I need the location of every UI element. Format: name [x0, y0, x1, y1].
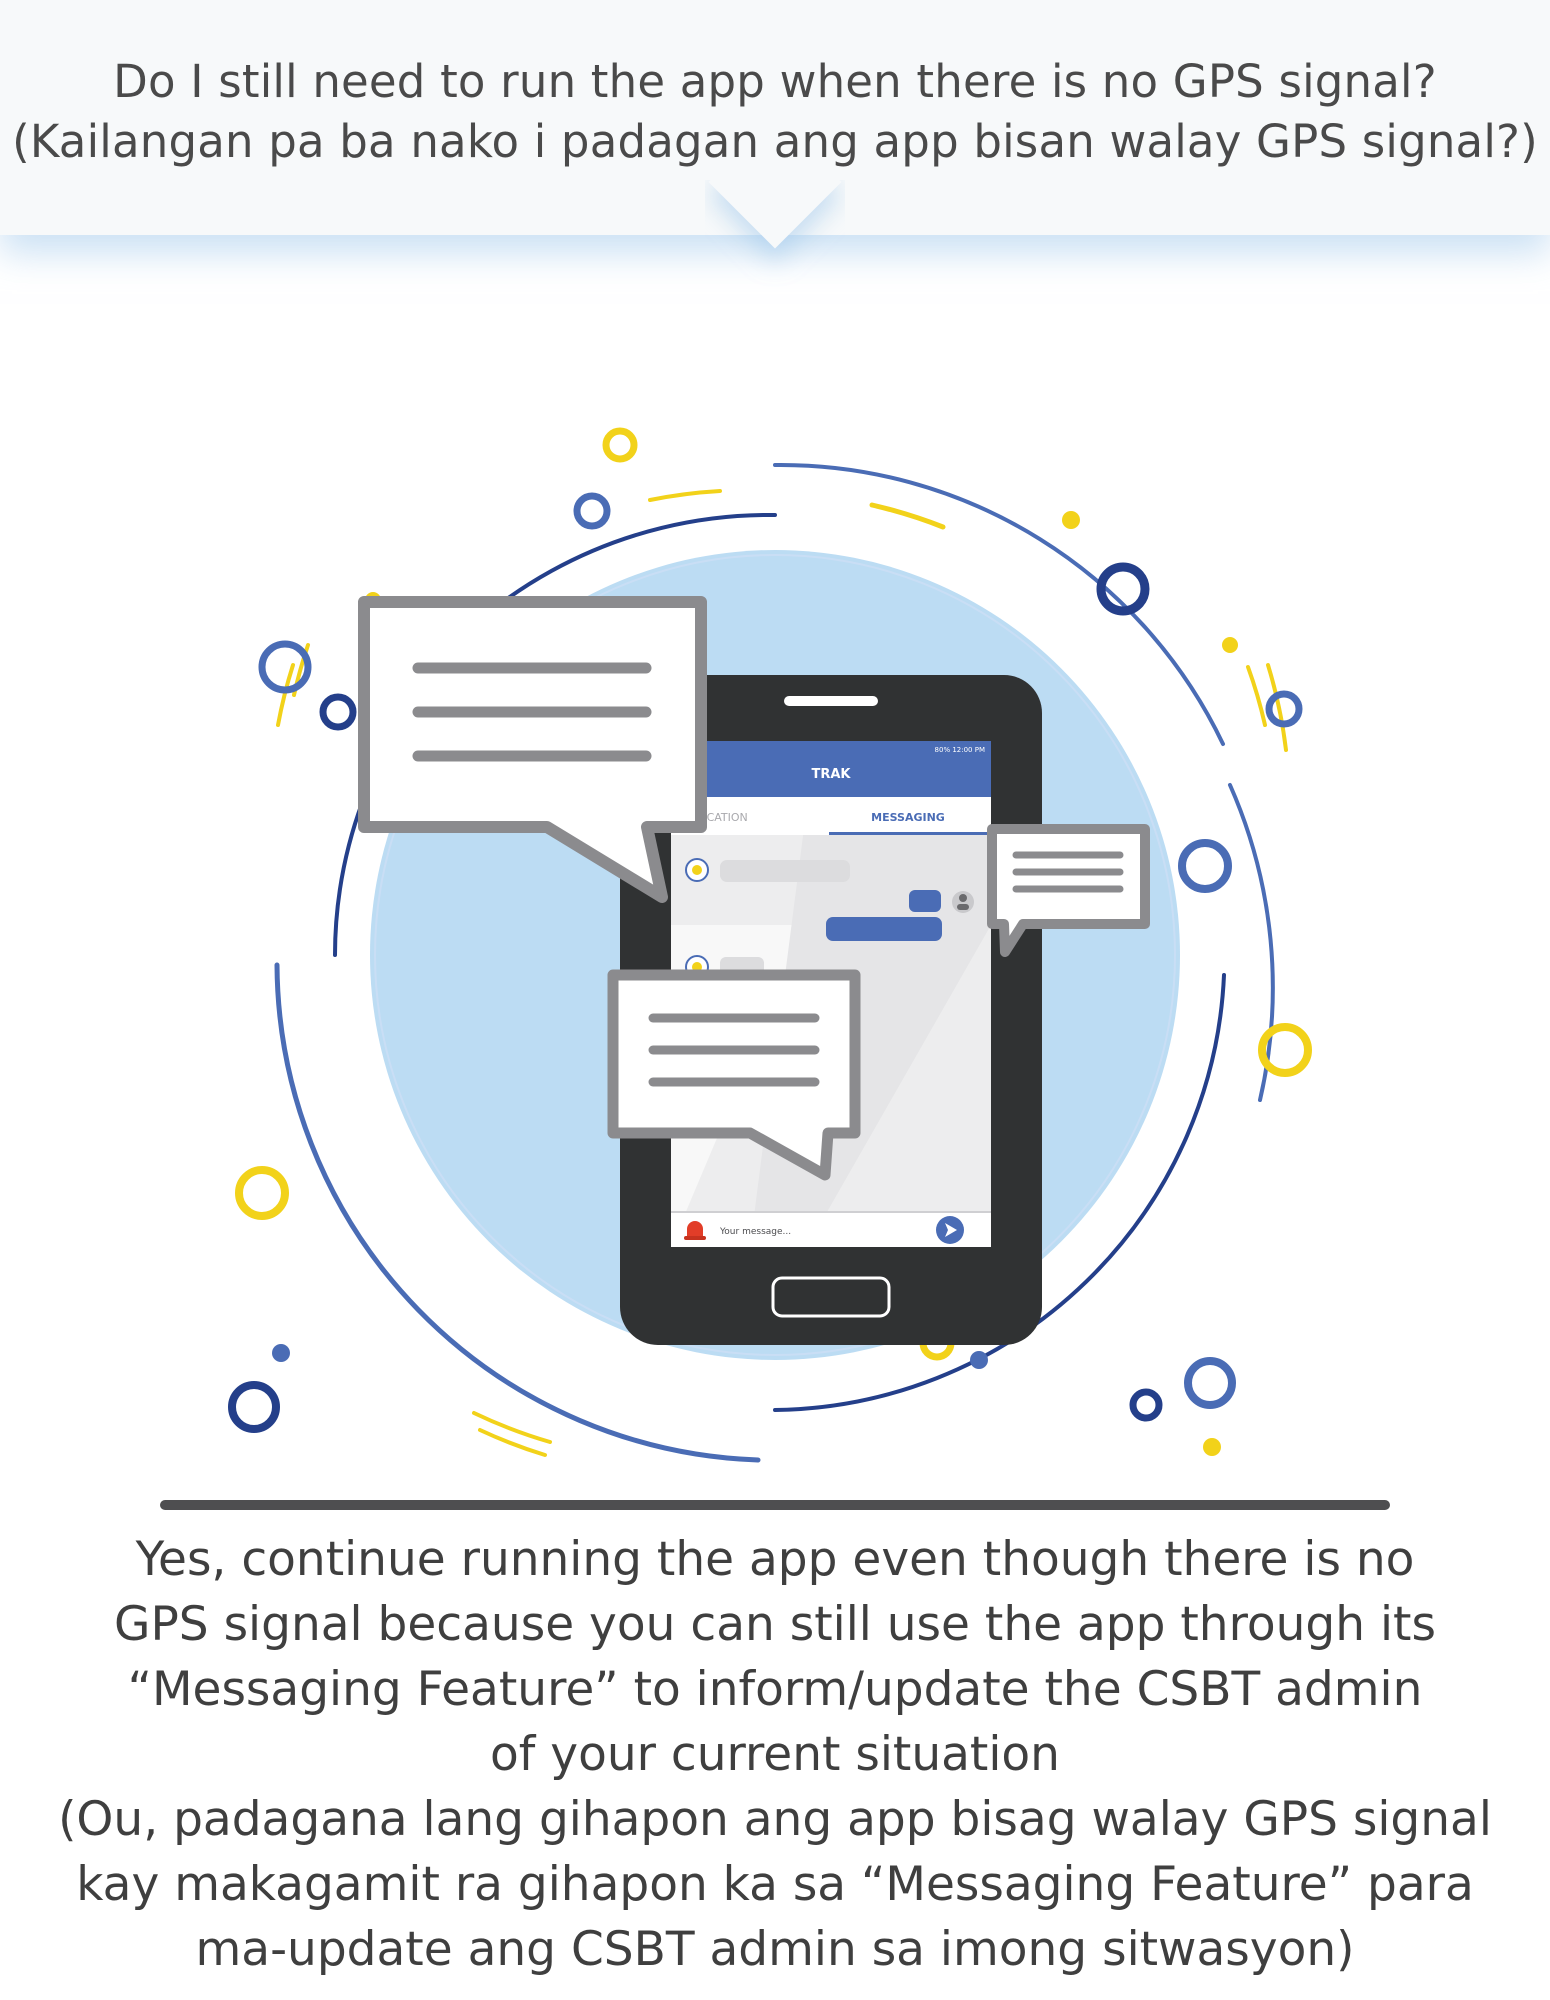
phone-speaker — [784, 696, 878, 706]
ring-blue — [573, 492, 611, 530]
yellow-dash-left-1 — [276, 663, 295, 727]
answer-line: of your current situation — [490, 1727, 1060, 1782]
status-bar-text: 80% 12:00 PM — [935, 746, 985, 754]
message-input[interactable]: Your message... — [719, 1227, 791, 1237]
answer-line: kay makagamit ra gihapon ka sa “Messagin… — [76, 1857, 1474, 1912]
answer-line: Yes, continue running the app even thoug… — [135, 1532, 1415, 1587]
outgoing-message-bubble — [909, 890, 941, 912]
ring-blue — [1178, 839, 1232, 893]
dot-yellow — [1222, 637, 1238, 653]
ring-navy — [319, 693, 357, 731]
messaging-illustration: 80% 12:00 PM TRAK LOCATION MESSAGING You… — [190, 405, 1360, 1475]
admin-icon-center — [692, 865, 702, 875]
answer-text: Yes, continue running the app even thoug… — [40, 1527, 1510, 1982]
ring-navy — [228, 1381, 280, 1433]
user-icon-head — [959, 894, 967, 902]
answer-line: ma-update ang CSBT admin sa imong sitwas… — [195, 1922, 1355, 1977]
outgoing-message-bubble — [826, 917, 942, 941]
yellow-dash-bottom-2 — [478, 1428, 547, 1457]
question-cebuano: (Kailangan pa ba nako i padagan ang app … — [12, 115, 1538, 168]
ring-navy — [1129, 1388, 1163, 1422]
tab-messaging-indicator — [829, 832, 991, 835]
answer-line: GPS signal because you can still use the… — [114, 1597, 1436, 1652]
dot-yellow — [1062, 511, 1080, 529]
tab-messaging[interactable]: MESSAGING — [871, 811, 945, 824]
yellow-dash-top-right — [869, 502, 946, 530]
dot-blue — [272, 1344, 290, 1362]
yellow-dash-bottom-1 — [472, 1411, 552, 1444]
dot-yellow — [1203, 1438, 1221, 1456]
incoming-message-bubble — [720, 860, 850, 882]
question-title: Do I still need to run the app when ther… — [0, 52, 1550, 172]
yellow-dash-top — [648, 489, 722, 502]
answer-line: “Messaging Feature” to inform/update the… — [127, 1662, 1423, 1717]
alarm-icon-base — [684, 1236, 706, 1240]
ring-yellow — [235, 1166, 289, 1220]
yellow-dash-right-2 — [1246, 665, 1267, 727]
alarm-icon[interactable] — [687, 1221, 703, 1237]
section-divider — [160, 1500, 1390, 1510]
orbit-arc-right — [1228, 783, 1275, 1102]
answer-line: (Ou, padagana lang gihapon ang app bisag… — [58, 1792, 1492, 1847]
ring-blue — [1265, 690, 1303, 728]
ring-blue — [1184, 1357, 1236, 1409]
question-english: Do I still need to run the app when ther… — [113, 55, 1437, 108]
ring-yellow — [602, 427, 638, 463]
messaging-illustration-svg: 80% 12:00 PM TRAK LOCATION MESSAGING You… — [228, 427, 1312, 1463]
user-icon-body — [957, 904, 969, 910]
question-banner-pointer — [705, 180, 845, 300]
app-title: TRAK — [811, 767, 851, 782]
dot-blue — [970, 1351, 988, 1369]
